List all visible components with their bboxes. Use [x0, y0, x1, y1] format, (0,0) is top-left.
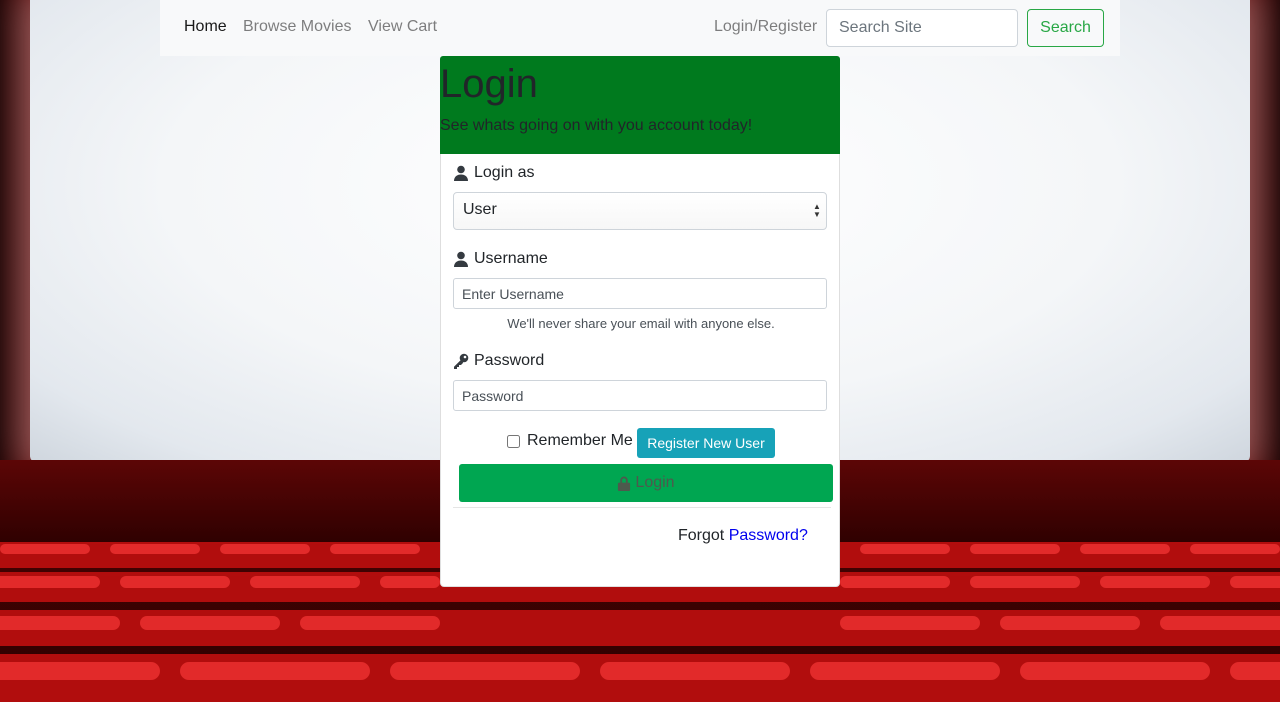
lock-icon	[618, 475, 631, 491]
user-icon	[454, 165, 468, 181]
login-button-label: Login	[635, 474, 675, 491]
username-label: Username	[474, 250, 548, 267]
navbar: Home Browse Movies View Cart Login/Regis…	[160, 0, 1120, 56]
select-arrows-icon: ▲ ▼	[813, 202, 821, 219]
forgot-password-link[interactable]: Password?	[729, 527, 808, 544]
password-field[interactable]	[453, 380, 827, 411]
remember-me-label: Remember Me	[527, 432, 633, 449]
password-label: Password	[474, 352, 545, 369]
forgot-prefix: Forgot	[678, 527, 725, 544]
login-as-label: Login as	[474, 164, 535, 181]
username-help-text: We'll never share your email with anyone…	[507, 316, 775, 331]
login-as-label-row: Login as	[453, 164, 535, 182]
search-input[interactable]	[826, 9, 1018, 47]
nav-login-register-link[interactable]: Login/Register	[714, 18, 817, 36]
login-as-selected-value: User	[463, 201, 497, 218]
register-new-user-button[interactable]: Register New User	[637, 428, 775, 458]
remember-me-checkbox[interactable]	[507, 434, 520, 448]
username-field[interactable]	[453, 278, 827, 309]
divider	[453, 507, 831, 508]
page-subtitle: See whats going on with you account toda…	[440, 117, 753, 134]
login-card: Login as User ▲▼ Username We'll never sh…	[440, 154, 840, 587]
forgot-password: Forgot Password?	[678, 527, 808, 545]
login-as-select[interactable]: User ▲ ▼	[453, 192, 827, 230]
search-button[interactable]: Search	[1027, 9, 1104, 47]
user-icon	[454, 251, 468, 267]
password-label-row: Password	[453, 352, 544, 370]
remember-me[interactable]: Remember Me	[507, 432, 633, 450]
login-button[interactable]: Login	[459, 464, 833, 502]
nav-view-cart-link[interactable]: View Cart	[368, 18, 437, 36]
nav-browse-movies-link[interactable]: Browse Movies	[243, 18, 351, 36]
nav-home-link[interactable]: Home	[184, 18, 227, 36]
key-icon	[454, 353, 469, 369]
page-title: Login	[440, 62, 538, 106]
username-label-row: Username	[453, 250, 548, 268]
